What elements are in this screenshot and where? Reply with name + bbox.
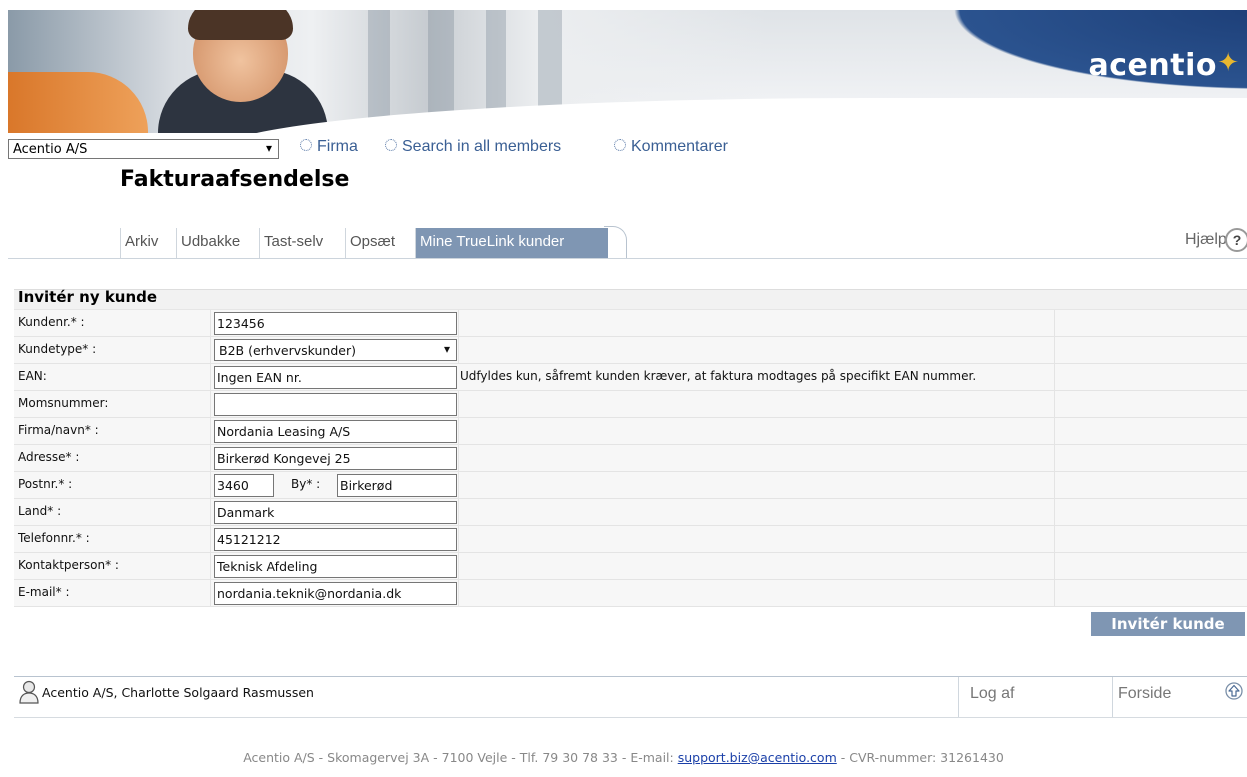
row-customer-type: Kundetype* : B2B (erhvervskunder) ▾ <box>14 337 1247 364</box>
tab-mine-truelink-kunder[interactable]: Mine TrueLink kunder <box>415 228 608 258</box>
customer-type-select[interactable]: B2B (erhvervskunder) ▾ <box>214 339 457 361</box>
zip-label: Postnr.* : <box>18 477 73 491</box>
row-contact: Kontaktperson* : Teknisk Afdeling <box>14 553 1247 580</box>
email-input[interactable]: nordania.teknik@nordania.dk <box>214 582 457 605</box>
chevron-down-icon: ▾ <box>265 141 272 155</box>
tab-udbakke[interactable]: Udbakke <box>176 228 259 258</box>
radio-search-all-members[interactable]: Search in all members <box>385 138 561 156</box>
customer-no-label: Kundenr.* : <box>18 315 85 329</box>
zip-input[interactable]: 3460 <box>214 474 274 497</box>
footer-cvr: - CVR-nummer: 31261430 <box>836 750 1004 765</box>
tab-divider <box>8 258 1247 259</box>
footer-address: Acentio A/S - Skomagervej 3A - 7100 Vejl… <box>243 750 678 765</box>
row-email: E-mail* : nordania.teknik@nordania.dk <box>14 580 1247 607</box>
row-customer-no: Kundenr.* : 123456 <box>14 310 1247 337</box>
radio-search-label: Search in all members <box>402 138 562 155</box>
radio-firma-label: Firma <box>317 138 358 155</box>
page-title: Fakturaafsendelse <box>120 167 350 192</box>
radio-icon <box>385 139 397 151</box>
company-label: Firma/navn* : <box>18 423 99 437</box>
page-footer: Acentio A/S - Skomagervej 3A - 7100 Vejl… <box>0 750 1247 765</box>
logged-in-user: Acentio A/S, Charlotte Solgaard Rasmusse… <box>42 685 314 700</box>
vat-label: Momsnummer: <box>18 396 109 410</box>
chevron-down-icon: ▾ <box>443 342 450 356</box>
address-label: Adresse* : <box>18 450 80 464</box>
home-arrow-icon[interactable] <box>1225 682 1243 700</box>
vat-input[interactable] <box>214 393 457 416</box>
ean-label: EAN: <box>18 369 47 383</box>
radio-kommentarer[interactable]: Kommentarer <box>614 138 728 156</box>
radio-icon <box>614 139 626 151</box>
company-select[interactable]: Acentio A/S ▾ <box>8 139 279 159</box>
radio-kommentarer-label: Kommentarer <box>631 138 728 155</box>
customer-no-input[interactable]: 123456 <box>214 312 457 335</box>
row-zip-city: Postnr.* : 3460 By* : Birkerød <box>14 472 1247 499</box>
help-link[interactable]: Hjælp <box>1185 231 1227 249</box>
logo-leaf-icon: ✦ <box>1217 48 1239 78</box>
logout-link[interactable]: Log af <box>970 685 1014 703</box>
user-icon <box>19 680 39 704</box>
form-title: Invitér ny kunde <box>18 288 158 306</box>
email-label: E-mail* : <box>18 585 70 599</box>
tab-edge <box>604 226 627 259</box>
radio-icon <box>300 139 312 151</box>
tab-arkiv[interactable]: Arkiv <box>120 228 176 258</box>
ean-hint: Udfyldes kun, såfremt kunden kræver, at … <box>460 369 977 383</box>
row-phone: Telefonnr.* : 45121212 <box>14 526 1247 553</box>
customer-type-label: Kundetype* : <box>18 342 97 356</box>
customer-type-value: B2B (erhvervskunder) <box>219 343 356 358</box>
invite-customer-button[interactable]: Invitér kunde <box>1091 612 1245 636</box>
company-input[interactable]: Nordania Leasing A/S <box>214 420 457 443</box>
row-company: Firma/navn* : Nordania Leasing A/S <box>14 418 1247 445</box>
tab-opsaet[interactable]: Opsæt <box>345 228 415 258</box>
row-address: Adresse* : Birkerød Kongevej 25 <box>14 445 1247 472</box>
contact-label: Kontaktperson* : <box>18 558 119 572</box>
support-email-link[interactable]: support.biz@acentio.com <box>678 750 837 765</box>
divider <box>958 677 959 717</box>
home-link[interactable]: Forside <box>1118 685 1171 703</box>
phone-label: Telefonnr.* : <box>18 531 90 545</box>
phone-input[interactable]: 45121212 <box>214 528 457 551</box>
contact-input[interactable]: Teknisk Afdeling <box>214 555 457 578</box>
header-banner: acentio ✦ <box>8 10 1247 133</box>
row-country: Land* : Danmark <box>14 499 1247 526</box>
acentio-logo: acentio <box>1088 48 1217 83</box>
tab-tast-selv[interactable]: Tast-selv <box>259 228 345 258</box>
company-select-value: Acentio A/S <box>13 142 88 157</box>
country-input[interactable]: Danmark <box>214 501 457 524</box>
address-input[interactable]: Birkerød Kongevej 25 <box>214 447 457 470</box>
city-input[interactable]: Birkerød <box>337 474 457 497</box>
row-vat: Momsnummer: <box>14 391 1247 418</box>
ean-input[interactable]: Ingen EAN nr. <box>214 366 457 389</box>
radio-firma[interactable]: Firma <box>300 138 358 156</box>
help-question-icon[interactable]: ? <box>1225 228 1247 252</box>
country-label: Land* : <box>18 504 62 518</box>
divider <box>1112 677 1113 717</box>
row-ean: EAN: Ingen EAN nr. Udfyldes kun, såfremt… <box>14 364 1247 391</box>
form-header-bar <box>14 289 1247 310</box>
city-label: By* : <box>291 477 321 491</box>
